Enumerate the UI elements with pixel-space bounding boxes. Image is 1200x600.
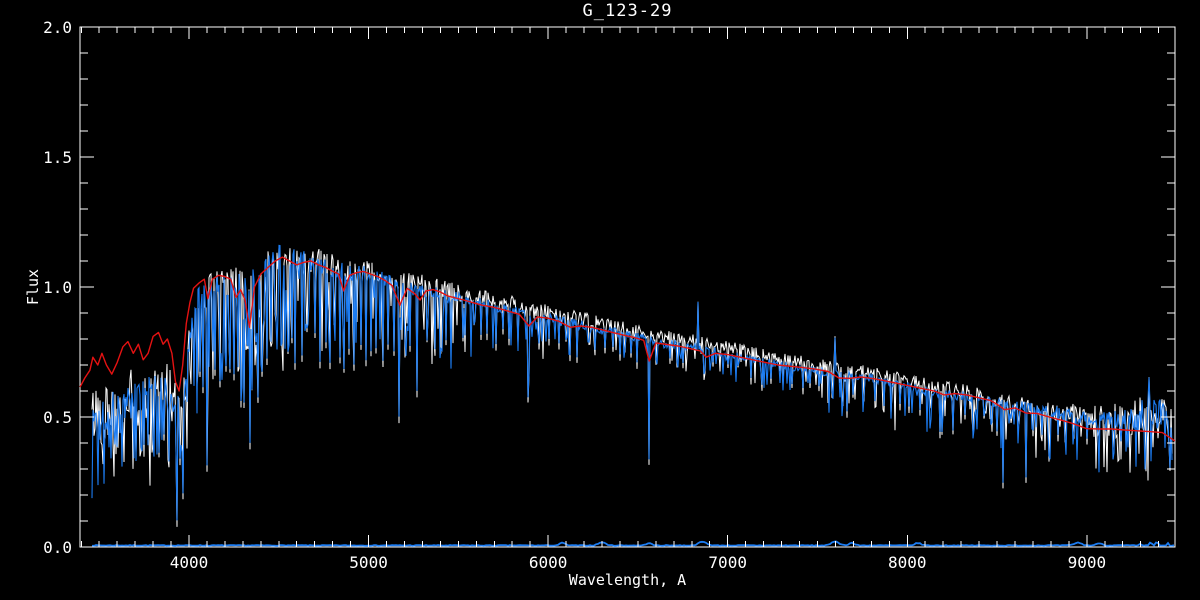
chart-title: G_123-29 (583, 1, 673, 21)
plot-background (0, 0, 1200, 600)
spectrum-chart: 4000 5000 6000 7000 8000 90000.00.51.01.52.0 … (0, 0, 1200, 600)
x-tick-label: 5000 (349, 553, 388, 572)
y-tick-label: 0.5 (43, 408, 72, 427)
y-tick-label: 2.0 (43, 18, 72, 37)
y-axis-label: Flux (24, 269, 42, 305)
x-tick-label: 8000 (888, 553, 927, 572)
x-axis-label: Wavelength, A (569, 571, 686, 589)
y-tick-label: 0.0 (43, 538, 72, 557)
y-tick-label: 1.0 (43, 278, 72, 297)
x-tick-label: 6000 (529, 553, 568, 572)
x-tick-label: 9000 (1068, 553, 1107, 572)
y-tick-label: 1.5 (43, 148, 72, 167)
x-tick-label: 7000 (708, 553, 747, 572)
x-tick-label: 4000 (170, 553, 209, 572)
